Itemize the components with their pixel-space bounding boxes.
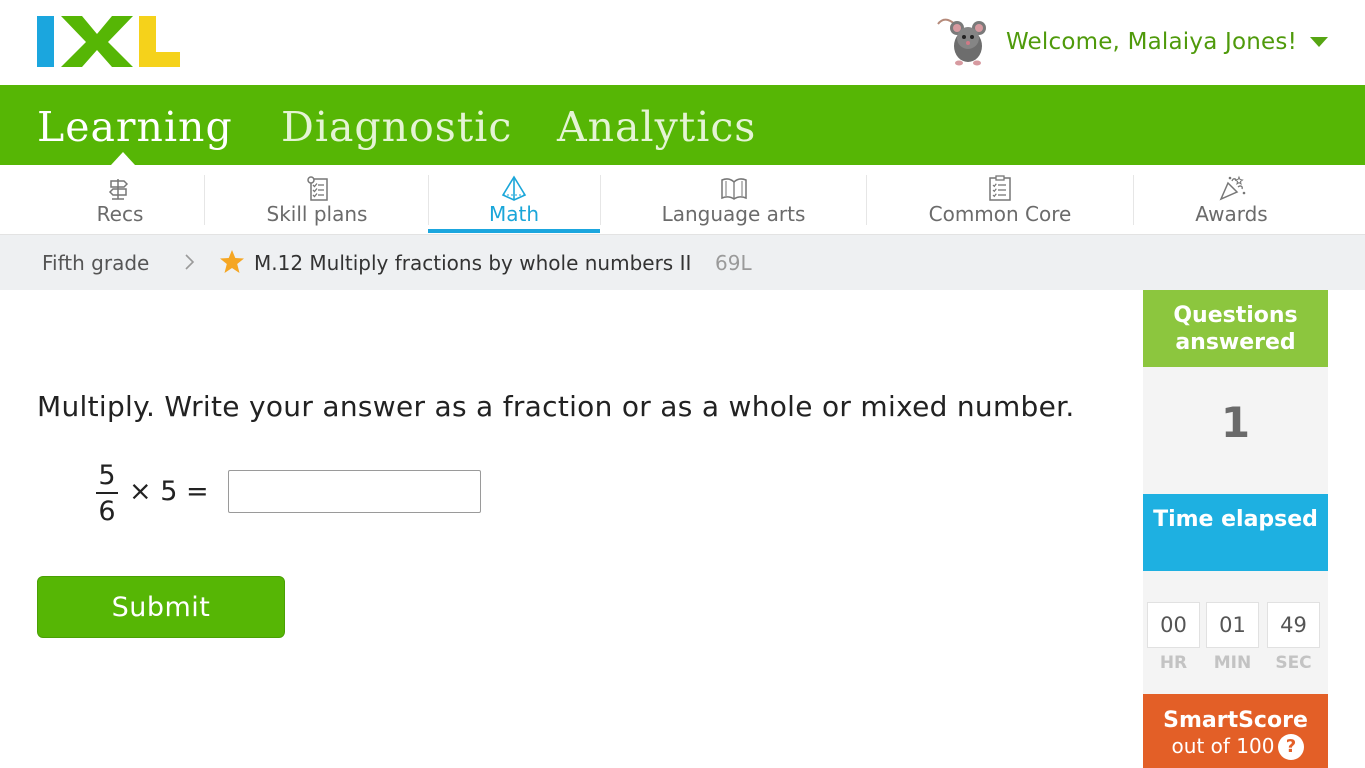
subject-tab-label: Math (488, 202, 540, 226)
time-minutes: 01 (1206, 602, 1259, 648)
fraction-bar (96, 492, 118, 494)
time-elapsed-label: Time elapsed (1143, 494, 1328, 571)
subject-tab-label: Recs (96, 202, 144, 226)
subject-tab-label: Skill plans (266, 202, 368, 226)
divider (204, 175, 205, 225)
checklist-icon (307, 176, 328, 201)
answer-input[interactable] (228, 470, 481, 513)
tab-diagnostic[interactable]: Diagnostic (281, 103, 512, 151)
user-menu[interactable]: Welcome, Malaiya Jones! (932, 14, 1328, 70)
questions-answered-count: 1 (1220, 398, 1251, 447)
signpost-icon (108, 179, 129, 200)
breadcrumb-grade-link[interactable]: Fifth grade (42, 251, 149, 275)
fraction-numerator: 5 (98, 460, 116, 491)
subject-tab-recs[interactable]: Recs (37, 165, 203, 235)
top-bar: Welcome, Malaiya Jones! (0, 0, 1365, 85)
star-icon (220, 250, 244, 273)
welcome-text: Welcome, Malaiya Jones! (1005, 29, 1297, 55)
subject-tab-label: Awards (1195, 202, 1268, 226)
stats-panel: Questions answered 1 Time elapsed 00 01 … (1143, 290, 1328, 768)
subject-tab-label: Language arts (661, 202, 806, 226)
subject-tab-common-core[interactable]: Common Core (867, 165, 1133, 235)
active-tab-pointer (111, 152, 135, 165)
smartscore-label: SmartScore (1163, 708, 1308, 733)
smartscore-panel: SmartScore out of 100 ? (1143, 694, 1328, 768)
tab-learning[interactable]: Learning (37, 103, 233, 151)
skill-title: M.12 Multiply fractions by whole numbers… (254, 251, 692, 275)
tab-analytics[interactable]: Analytics (557, 103, 756, 151)
fraction-denominator: 6 (98, 496, 116, 527)
subject-tab-awards[interactable]: Awards (1134, 165, 1329, 235)
expression-rest: × 5 = (129, 476, 209, 507)
submit-button[interactable]: Submit (37, 576, 285, 638)
caret-down-icon (1310, 37, 1328, 47)
clipboard-icon (989, 175, 1011, 201)
rat-avatar-icon (937, 18, 986, 66)
subject-tab-label: Common Core (928, 202, 1072, 226)
book-icon (720, 178, 747, 200)
subject-tab-math[interactable]: Math (428, 165, 600, 233)
skill-code: 69L (715, 251, 752, 275)
main-nav: Learning Diagnostic Analytics (0, 85, 1365, 165)
subject-tab-language-arts[interactable]: Language arts (601, 165, 866, 235)
subject-nav: Recs Skill plans Math Language arts Comm… (0, 165, 1365, 235)
help-icon[interactable]: ? (1278, 734, 1304, 760)
time-hours: 00 (1147, 602, 1200, 648)
question-prompt: Multiply. Write your answer as a fractio… (37, 390, 1075, 423)
time-unit-min: MIN (1213, 653, 1252, 673)
party-popper-icon (1219, 175, 1245, 201)
questions-answered-label: Questions answered (1143, 290, 1328, 367)
time-unit-hr: HR (1159, 653, 1188, 673)
pyramid-icon (501, 175, 527, 201)
breadcrumb: Fifth grade M.12 Multiply fractions by w… (0, 235, 1365, 290)
ixl-logo[interactable] (37, 16, 180, 67)
time-unit-sec: SEC (1275, 653, 1312, 673)
time-seconds: 49 (1267, 602, 1320, 648)
subject-tab-skill-plans[interactable]: Skill plans (232, 165, 402, 235)
chevron-right-icon (185, 254, 195, 270)
